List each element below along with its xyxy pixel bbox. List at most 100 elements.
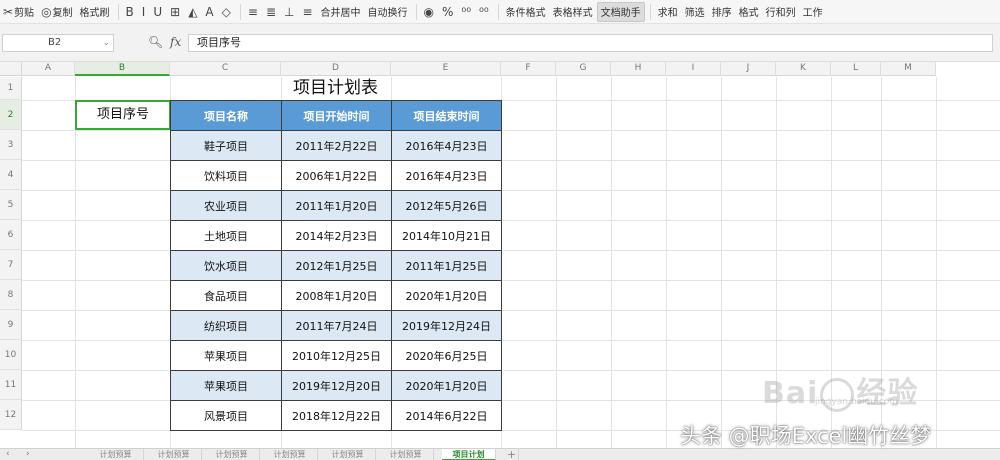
toolbar-button[interactable]: I xyxy=(139,2,150,22)
project-name-cell[interactable]: 鞋子项目 xyxy=(170,130,282,161)
row-header-3[interactable]: 3 xyxy=(0,130,22,160)
start-date-cell[interactable]: 2011年1月20日 xyxy=(281,190,392,221)
toolbar-button[interactable]: U xyxy=(150,2,166,22)
column-header-b[interactable]: B xyxy=(75,62,170,76)
start-date-cell[interactable]: 2018年12月22日 xyxy=(281,400,392,431)
add-sheet-icon[interactable]: + xyxy=(505,449,519,460)
project-name-cell[interactable]: 农业项目 xyxy=(170,190,282,221)
sheet-tab[interactable]: 计划预算 xyxy=(88,449,144,460)
project-name-cell[interactable]: 食品项目 xyxy=(170,280,282,311)
toolbar-button[interactable]: 求和 xyxy=(655,2,681,22)
toolbar-button[interactable]: 筛选 xyxy=(682,2,708,22)
formula-input[interactable]: 项目序号 xyxy=(188,34,993,52)
tab-prev-icon[interactable]: ‹ xyxy=(6,449,10,460)
column-header-k[interactable]: K xyxy=(776,62,831,76)
sheet-tab[interactable]: 计划预算 xyxy=(262,449,318,460)
fx-icon[interactable]: fx xyxy=(170,35,181,49)
toolbar-button[interactable]: 格式 xyxy=(736,2,762,22)
end-date-cell[interactable]: 2011年1月25日 xyxy=(391,250,502,281)
zoom-icon[interactable]: 🔍︎ xyxy=(148,35,163,49)
row-header-4[interactable]: 4 xyxy=(0,160,22,190)
project-name-cell[interactable]: 土地项目 xyxy=(170,220,282,251)
toolbar-button[interactable]: % xyxy=(439,2,457,22)
column-header-g[interactable]: G xyxy=(556,62,611,76)
project-name-cell[interactable]: 苹果项目 xyxy=(170,340,282,371)
start-date-cell[interactable]: 2008年1月20日 xyxy=(281,280,392,311)
row-header-6[interactable]: 6 xyxy=(0,220,22,250)
end-date-cell[interactable]: 2020年1月20日 xyxy=(391,370,502,401)
toolbar-button[interactable]: 合并居中 xyxy=(318,2,364,22)
sheet-tab-active[interactable]: 项目计划 xyxy=(442,449,496,460)
header-project-name[interactable]: 项目名称 xyxy=(170,100,282,131)
toolbar-button[interactable]: ✂ 剪贴 xyxy=(0,2,37,22)
start-date-cell[interactable]: 2011年7月24日 xyxy=(281,310,392,341)
sheet-tab[interactable]: 计划预算 xyxy=(378,449,434,460)
toolbar-button[interactable]: ◇ xyxy=(219,2,235,22)
row-header-9[interactable]: 9 xyxy=(0,310,22,340)
column-header-m[interactable]: M xyxy=(881,62,936,76)
toolbar-button[interactable]: 自动换行 xyxy=(365,2,411,22)
start-date-cell[interactable]: 2011年2月22日 xyxy=(281,130,392,161)
column-header-j[interactable]: J xyxy=(721,62,776,76)
end-date-cell[interactable]: 2020年1月20日 xyxy=(391,280,502,311)
project-name-cell[interactable]: 饮料项目 xyxy=(170,160,282,191)
start-date-cell[interactable]: 2014年2月23日 xyxy=(281,220,392,251)
toolbar-button[interactable]: ⁰⁰ xyxy=(476,2,493,22)
project-name-cell[interactable]: 纺织项目 xyxy=(170,310,282,341)
project-name-cell[interactable]: 饮水项目 xyxy=(170,250,282,281)
toolbar-button[interactable]: ⊥ xyxy=(281,2,298,22)
toolbar-button[interactable]: 表格样式 xyxy=(550,2,596,22)
toolbar-button[interactable]: ≡ xyxy=(245,2,262,22)
toolbar-button[interactable]: 工作 xyxy=(800,2,826,22)
project-name-cell[interactable]: 风景项目 xyxy=(170,400,282,431)
column-header-i[interactable]: I xyxy=(666,62,721,76)
tab-next-icon[interactable]: › xyxy=(26,449,30,460)
column-header-c[interactable]: C xyxy=(170,62,281,76)
end-date-cell[interactable]: 2014年10月21日 xyxy=(391,220,502,251)
row-header-11[interactable]: 11 xyxy=(0,370,22,400)
selected-cell-b2[interactable]: 项目序号 xyxy=(75,100,171,130)
start-date-cell[interactable]: 2010年12月25日 xyxy=(281,340,392,371)
end-date-cell[interactable]: 2019年12月24日 xyxy=(391,310,502,341)
toolbar-button[interactable]: 排序 xyxy=(709,2,735,22)
end-date-cell[interactable]: 2012年5月26日 xyxy=(391,190,502,221)
sheet-tab[interactable]: 计划预算 xyxy=(204,449,260,460)
toolbar-button[interactable]: ◭ xyxy=(185,2,201,22)
header-start-date[interactable]: 项目开始时间 xyxy=(281,100,392,131)
row-header-8[interactable]: 8 xyxy=(0,280,22,310)
end-date-cell[interactable]: 2016年4月23日 xyxy=(391,130,502,161)
toolbar-button[interactable]: A xyxy=(202,2,217,22)
chevron-down-icon[interactable]: ⌄ xyxy=(102,35,110,51)
column-header-d[interactable]: D xyxy=(281,62,391,76)
toolbar-button[interactable]: ≣ xyxy=(263,2,280,22)
toolbar-button[interactable]: ⁰⁰ xyxy=(458,2,475,22)
row-header-5[interactable]: 5 xyxy=(0,190,22,220)
toolbar-button[interactable]: 文档助手 xyxy=(596,1,645,22)
toolbar-button[interactable]: ≡ xyxy=(299,2,316,22)
column-header-a[interactable]: A xyxy=(22,62,75,76)
end-date-cell[interactable]: 2016年4月23日 xyxy=(391,160,502,191)
sheet-tab[interactable]: 计划预算 xyxy=(146,449,202,460)
toolbar-button[interactable]: 条件格式 xyxy=(503,2,549,22)
header-end-date[interactable]: 项目结束时间 xyxy=(391,100,502,131)
toolbar-button[interactable]: 行和列 xyxy=(763,2,799,22)
project-name-cell[interactable]: 苹果项目 xyxy=(170,370,282,401)
toolbar-button[interactable]: 格式刷 xyxy=(77,2,113,22)
start-date-cell[interactable]: 2006年1月22日 xyxy=(281,160,392,191)
end-date-cell[interactable]: 2014年6月22日 xyxy=(391,400,502,431)
start-date-cell[interactable]: 2019年12月20日 xyxy=(281,370,392,401)
start-date-cell[interactable]: 2012年1月25日 xyxy=(281,250,392,281)
select-all-corner[interactable] xyxy=(0,62,22,76)
row-header-7[interactable]: 7 xyxy=(0,250,22,280)
row-header-2[interactable]: 2 xyxy=(0,100,22,130)
column-header-h[interactable]: H xyxy=(611,62,666,76)
column-header-e[interactable]: E xyxy=(391,62,501,76)
toolbar-button[interactable]: ◎ 复制 xyxy=(38,2,75,22)
row-header-12[interactable]: 12 xyxy=(0,400,22,430)
column-header-l[interactable]: L xyxy=(831,62,881,76)
row-header-1[interactable]: 1 xyxy=(0,77,22,100)
sheet-tab[interactable]: 计划预算 xyxy=(320,449,376,460)
column-header-f[interactable]: F xyxy=(501,62,556,76)
toolbar-button[interactable]: ⊞ xyxy=(167,2,184,22)
end-date-cell[interactable]: 2020年6月25日 xyxy=(391,340,502,371)
